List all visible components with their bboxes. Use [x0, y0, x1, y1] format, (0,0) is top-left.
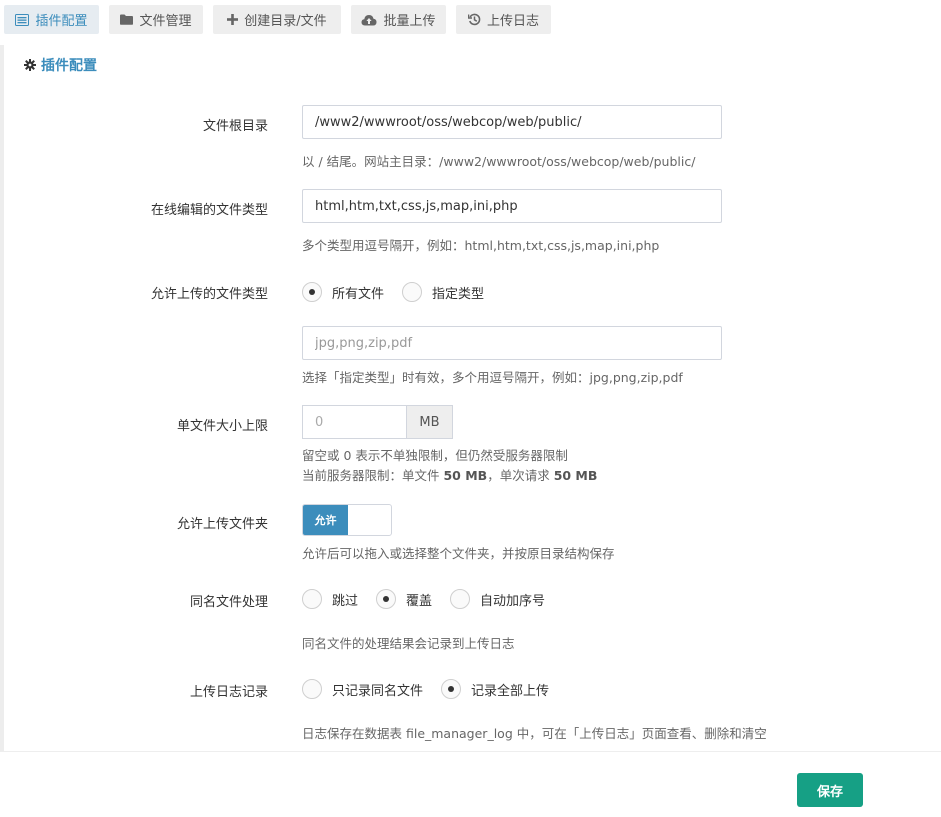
max-size-unit: MB	[406, 405, 453, 439]
server-limit-prefix: 当前服务器限制：单文件	[302, 468, 444, 483]
tab-label: 上传日志	[486, 14, 539, 29]
radio-circle	[376, 589, 397, 609]
log-mode-label: 上传日志记录	[189, 685, 268, 700]
server-limit-mid: ，单次请求	[487, 468, 554, 483]
tab-upload-log[interactable]: 上传日志	[456, 5, 551, 34]
server-limit-file: 50 MB	[443, 468, 488, 483]
log-mode-help: 日志保存在数据表 file_manager_log 中，可在「上传日志」页面查看…	[302, 726, 767, 741]
radio-circle	[441, 679, 462, 699]
tab-batch-upload[interactable]: 批量上传	[351, 5, 446, 34]
radio-circle	[402, 282, 423, 302]
gear-icon	[24, 59, 36, 71]
save-button[interactable]: 保存	[797, 773, 863, 807]
upload-types-input[interactable]	[302, 326, 722, 360]
folder-upload-label: 允许上传文件夹	[176, 517, 268, 532]
tab-create-dir[interactable]: 创建目录/文件	[213, 5, 341, 34]
radio-circle	[450, 589, 471, 609]
radio-label: 记录全部上传	[471, 683, 550, 699]
folder-upload-switch[interactable]: 允许	[302, 504, 392, 536]
tab-plugin-config[interactable]: 插件配置	[4, 5, 99, 34]
panel-title: 插件配置	[24, 55, 97, 75]
radio-specific-types[interactable]: 指定类型	[402, 282, 484, 302]
server-limit-request: 50 MB	[553, 468, 598, 483]
cloud-upload-icon	[361, 14, 377, 26]
edit-types-help: 多个类型用逗号隔开，例如：html,htm,txt,css,js,map,ini…	[302, 238, 660, 253]
max-size-help: 留空或 0 表示不单独限制，但仍然受服务器限制	[302, 448, 568, 463]
config-panel: 插件配置 文件根目录 以 / 结尾。网站主目录：/www2/wwwroot/os…	[0, 45, 941, 751]
plus-icon	[227, 14, 239, 25]
radio-label: 跳过	[332, 593, 359, 609]
max-size-label: 单文件大小上限	[176, 419, 268, 434]
radio-circle	[302, 679, 322, 699]
history-icon	[467, 13, 481, 26]
folder-upload-help: 允许后可以拖入或选择整个文件夹，并按原目录结构保存	[302, 546, 615, 561]
radio-label: 只记录同名文件	[332, 683, 424, 699]
radio-circle	[302, 589, 322, 609]
tab-label: 插件配置	[35, 14, 88, 29]
max-size-input[interactable]	[302, 405, 406, 439]
radio-overwrite[interactable]: 覆盖	[376, 589, 432, 609]
radio-auto-number[interactable]: 自动加序号	[450, 589, 545, 609]
tab-file-manager[interactable]: 文件管理	[109, 5, 203, 34]
form-footer: 保存	[0, 751, 941, 817]
same-name-radio-group: 跳过 覆盖 自动加序号	[302, 588, 563, 610]
radio-label: 所有文件	[332, 286, 385, 302]
switch-on-label: 允许	[303, 505, 348, 535]
upload-types-help: 选择「指定类型」时有效，多个用逗号隔开，例如：jpg,png,zip,pdf	[302, 370, 683, 385]
tab-label: 文件管理	[139, 14, 192, 29]
radio-all-files[interactable]: 所有文件	[302, 282, 384, 302]
server-limit-help: 当前服务器限制：单文件 50 MB，单次请求 50 MB	[302, 465, 597, 484]
panel-title-text: 插件配置	[41, 58, 97, 74]
radio-circle	[302, 282, 322, 302]
radio-label: 覆盖	[406, 593, 433, 609]
upload-types-label: 允许上传的文件类型	[150, 287, 268, 302]
root-dir-label: 文件根目录	[202, 119, 268, 134]
tab-bar: 插件配置 文件管理 创建目录/文件 批量上传 上传日志	[0, 0, 941, 40]
root-dir-input[interactable]	[302, 105, 722, 139]
list-icon	[15, 13, 30, 26]
tab-label: 创建目录/文件	[244, 14, 327, 29]
max-size-group: MB	[302, 405, 453, 439]
radio-log-same-name[interactable]: 只记录同名文件	[302, 679, 423, 699]
radio-label: 指定类型	[432, 286, 485, 302]
tab-label: 批量上传	[383, 14, 436, 29]
log-mode-radio-group: 只记录同名文件 记录全部上传	[302, 678, 567, 700]
upload-types-radio-group: 所有文件 指定类型	[302, 281, 502, 303]
radio-log-all[interactable]: 记录全部上传	[441, 679, 549, 699]
edit-types-input[interactable]	[302, 189, 722, 223]
radio-label: 自动加序号	[480, 593, 546, 609]
folder-icon	[120, 14, 134, 25]
root-dir-help: 以 / 结尾。网站主目录：/www2/wwwroot/oss/webcop/we…	[302, 154, 696, 169]
same-name-help: 同名文件的处理结果会记录到上传日志	[302, 636, 515, 651]
same-name-label: 同名文件处理	[189, 595, 268, 610]
radio-skip[interactable]: 跳过	[302, 589, 358, 609]
edit-types-label: 在线编辑的文件类型	[150, 203, 268, 218]
